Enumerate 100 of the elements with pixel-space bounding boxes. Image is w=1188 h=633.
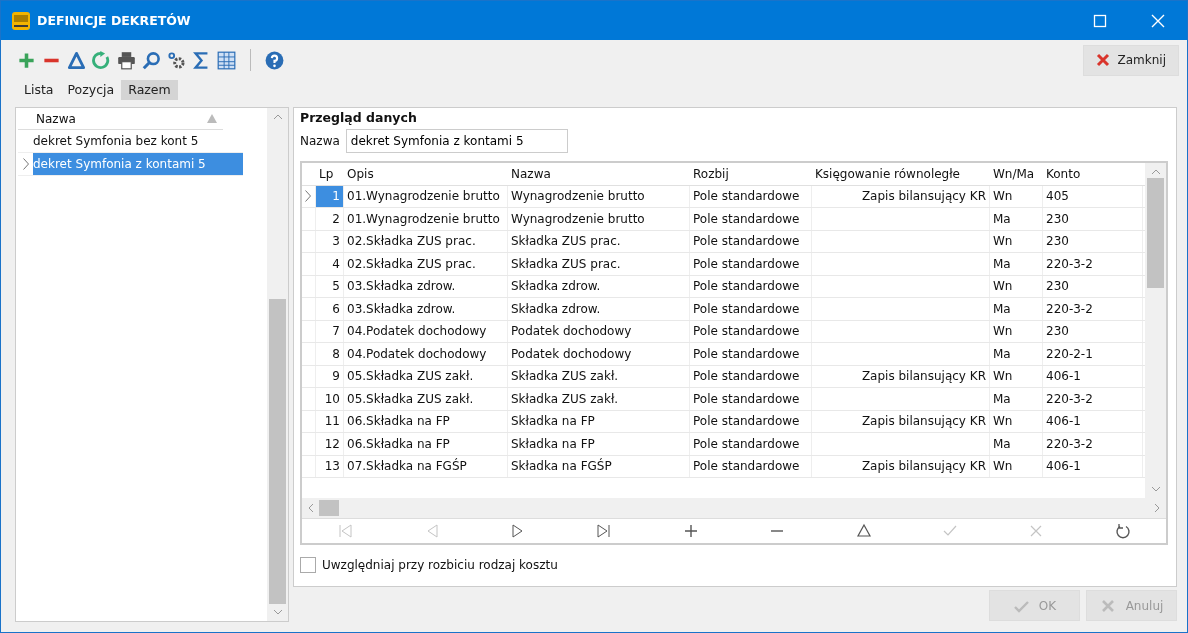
scrollbar[interactable]: [267, 108, 288, 621]
table-cell: Wn: [993, 369, 1013, 384]
table-cell: 230: [1046, 211, 1069, 226]
printer-icon[interactable]: [117, 50, 136, 70]
table-cell: 406-1: [1046, 414, 1081, 429]
table-cell: 6: [332, 301, 340, 316]
tab[interactable]: Pozycja: [60, 80, 122, 100]
table-row[interactable]: 1 01.Wynagrodzenie brutto Wynagrodzenie brutto Pole standardowe Zapis bilansujący KR Wn 405: [302, 185, 1145, 208]
scroll-down-icon[interactable]: [1151, 487, 1160, 492]
column-header[interactable]: Wn/Ma: [990, 163, 1043, 185]
table-cell: Pole standardowe: [693, 324, 800, 339]
field-label: Nazwa: [300, 134, 340, 148]
scrollbar[interactable]: [1145, 163, 1166, 498]
table-row[interactable]: 10 05.Składka ZUS zakł. Składka ZUS zakł. Pole standardowe Ma 220-3-2: [302, 388, 1145, 411]
section-title: Przegląd danych: [300, 110, 418, 127]
column-header[interactable]: Nazwa: [508, 163, 690, 185]
column-header[interactable]: Rozbij: [690, 163, 812, 185]
table-cell: Składka na FP: [511, 414, 595, 429]
scroll-up-icon[interactable]: [1151, 169, 1160, 174]
table-cell: 4: [332, 256, 340, 271]
table-row[interactable]: 7 04.Podatek dochodowy Podatek dochodowy Pole standardowe Wn 230: [302, 320, 1145, 343]
close-button[interactable]: Zamknij: [1082, 44, 1179, 76]
table-cell: Pole standardowe: [693, 256, 800, 271]
scroll-up-icon[interactable]: [273, 114, 282, 119]
close-icon[interactable]: [1151, 13, 1165, 28]
scroll-left-icon[interactable]: [308, 504, 313, 512]
table-cell: Pole standardowe: [693, 301, 800, 316]
table-row[interactable]: 3 02.Składka ZUS prac. Składka ZUS prac. Pole standardowe Wn 230: [302, 230, 1145, 253]
table-cell: 11: [324, 414, 340, 429]
scroll-thumb[interactable]: [269, 299, 286, 604]
column-header[interactable]: Nazwa: [18, 108, 223, 130]
search-icon[interactable]: [142, 50, 161, 70]
scroll-right-icon[interactable]: [1155, 504, 1160, 512]
table-cell: 1: [332, 189, 340, 204]
table-cell: Pole standardowe: [693, 459, 800, 474]
column-header[interactable]: Opis: [344, 163, 508, 185]
table-cell: Zapis bilansujący KR: [861, 459, 986, 474]
table-row[interactable]: 9 05.Składka ZUS zakł. Składka ZUS zakł. Pole standardowe Zapis bilansujący KR Wn 406-1: [302, 365, 1145, 388]
table-cell: Wn: [993, 189, 1013, 204]
table-cell: Składka ZUS zakł.: [511, 369, 619, 384]
name-field[interactable]: dekret Symfonia z kontami 5: [345, 129, 568, 153]
last-icon[interactable]: [596, 523, 613, 539]
table-cell: Wn: [993, 279, 1013, 294]
table-row[interactable]: 11 06.Składka na FP Składka na FP Pole standardowe Zapis bilansujący KR Wn 406-1: [302, 410, 1145, 433]
table-cell: Pole standardowe: [693, 369, 800, 384]
table-cell: 5: [332, 279, 340, 294]
table-row[interactable]: 12 06.Składka na FP Składka na FP Pole standardowe Ma 220-3-2: [302, 433, 1145, 456]
table-cell: Wn: [993, 459, 1013, 474]
columns-icon[interactable]: [217, 50, 236, 70]
table-cell: Pole standardowe: [693, 234, 800, 249]
table-cell: 02.Składka ZUS prac.: [347, 234, 476, 249]
table-row[interactable]: 2 01.Wynagrodzenie brutto Wynagrodzenie brutto Pole standardowe Ma 230: [302, 208, 1145, 231]
refresh-icon[interactable]: [1114, 523, 1131, 539]
help-icon[interactable]: [265, 50, 284, 70]
table-cell: Wn: [993, 324, 1013, 339]
scroll-thumb[interactable]: [1147, 178, 1164, 288]
table-cell: Wynagrodzenie brutto: [511, 189, 645, 204]
scroll-thumb[interactable]: [319, 500, 339, 516]
table-cell: 405: [1046, 189, 1069, 204]
plus-icon[interactable]: [17, 50, 36, 70]
plus-icon[interactable]: [682, 523, 699, 539]
table-cell: 04.Podatek dochodowy: [347, 324, 487, 339]
table-cell: 220-3-2: [1046, 436, 1093, 451]
row-pointer-icon: [22, 158, 29, 170]
gears-icon[interactable]: [167, 50, 186, 70]
tab[interactable]: Lista: [17, 80, 61, 100]
table-cell: 10: [324, 391, 340, 406]
table-cell: Pole standardowe: [693, 391, 800, 406]
scroll-down-icon[interactable]: [273, 610, 282, 615]
table-cell: Składka na FP: [511, 436, 595, 451]
column-header[interactable]: Lp: [316, 163, 344, 185]
table-cell: 8: [332, 346, 340, 361]
table-cell: 406-1: [1046, 459, 1081, 474]
tab[interactable]: Razem: [121, 80, 178, 100]
table-cell: 220-2-1: [1046, 346, 1093, 361]
table-cell: 220-3-2: [1046, 301, 1093, 316]
column-header[interactable]: Konto: [1043, 163, 1143, 185]
table-cell: Składka ZUS prac.: [511, 256, 621, 271]
table-row[interactable]: 4 02.Składka ZUS prac. Składka ZUS prac. Pole standardowe Ma 220-3-2: [302, 253, 1145, 276]
table-cell: 05.Składka ZUS zakł.: [347, 369, 474, 384]
scrollbar[interactable]: [302, 498, 1166, 518]
table-cell: Ma: [993, 436, 1011, 451]
table-cell: 230: [1046, 279, 1069, 294]
table-cell: Ma: [993, 256, 1011, 271]
table-cell: 12: [324, 436, 340, 451]
cross-icon: [1099, 597, 1116, 614]
table-cell: 05.Składka ZUS zakł.: [347, 391, 474, 406]
table-cell: 06.Składka na FP: [347, 436, 450, 451]
triangle-icon[interactable]: [855, 523, 872, 539]
table-cell: Wn: [993, 234, 1013, 249]
table-row[interactable]: 5 03.Składka zdrow. Składka zdrow. Pole standardowe Wn 230: [302, 275, 1145, 298]
checkbox[interactable]: [300, 557, 316, 573]
triangle-icon[interactable]: [67, 50, 86, 70]
column-header[interactable]: Księgowanie równoległe: [812, 163, 990, 185]
table-row[interactable]: 8 04.Podatek dochodowy Podatek dochodowy Pole standardowe Ma 220-2-1: [302, 343, 1145, 366]
table-row[interactable]: 6 03.Składka zdrow. Składka zdrow. Pole standardowe Ma 220-3-2: [302, 298, 1145, 321]
table-row[interactable]: 13 07.Składka na FGŚP Składka na FGŚP Pole standardowe Zapis bilansujący KR Wn 406-1: [302, 455, 1145, 478]
maximize-icon[interactable]: [1093, 13, 1107, 28]
table-cell: Zapis bilansujący KR: [861, 369, 986, 384]
table-cell: Podatek dochodowy: [511, 324, 632, 339]
